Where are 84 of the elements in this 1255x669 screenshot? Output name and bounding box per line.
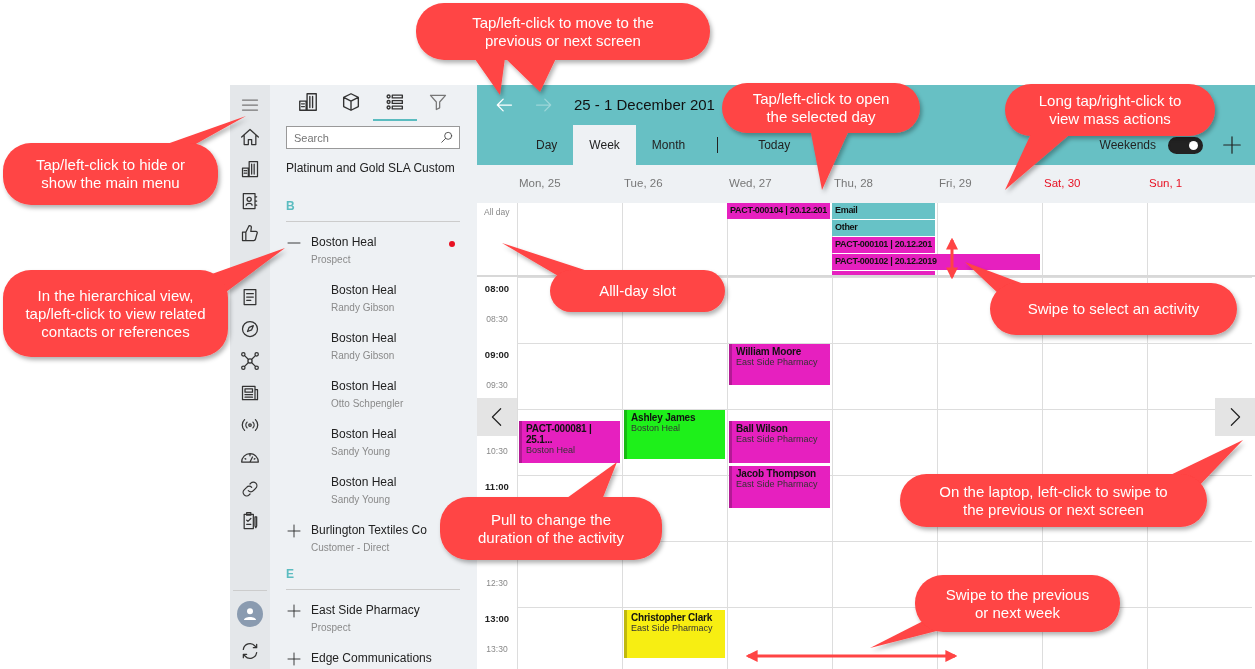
contact-person: Sandy Young — [331, 493, 390, 506]
callout: Tap/left-click to hide or show the main menu — [3, 116, 246, 205]
all-day-label: All day — [483, 206, 511, 219]
double-arrow — [946, 237, 958, 280]
filter-icon[interactable] — [428, 92, 449, 112]
time-label: 08:00 — [483, 282, 511, 296]
calendar-event[interactable]: Jacob Thompson East Side Pharmacy — [729, 466, 830, 508]
section-letter: E — [286, 565, 460, 590]
user-avatar[interactable] — [237, 601, 263, 627]
view-tab[interactable]: Day — [520, 125, 574, 165]
filter-title: Platinum and Gold SLA Custom — [286, 160, 456, 177]
callout: Tap/left-click to move to the previous or next screen — [416, 3, 710, 95]
view-tab[interactable]: Week — [573, 125, 636, 165]
next-button[interactable] — [1215, 398, 1255, 436]
weekends-toggle[interactable] — [1168, 136, 1203, 154]
time-label: 12:30 — [485, 577, 509, 590]
day-header[interactable]: Fri, 29 — [937, 175, 1042, 193]
day-header[interactable]: Wed, 27 — [727, 175, 832, 193]
calendar-event[interactable]: Ball Wilson East Side Pharmacy — [729, 421, 830, 463]
search-icon[interactable] — [440, 130, 454, 144]
person-icon — [242, 606, 258, 622]
contact-name[interactable]: Boston Heal — [331, 283, 397, 298]
network-icon[interactable] — [240, 351, 260, 371]
account-type: Customer - Direct — [311, 541, 390, 554]
day-header[interactable]: Sun, 1 — [1147, 175, 1252, 193]
today-button[interactable]: Today — [754, 134, 795, 156]
calendar-event[interactable]: Christopher Clark East Side Pharmacy — [624, 610, 725, 658]
thumbs-up-icon[interactable] — [240, 223, 260, 243]
day-header[interactable]: Mon, 25 — [517, 175, 622, 193]
day-header[interactable]: Sat, 30 — [1042, 175, 1147, 193]
time-label: 10:30 — [485, 445, 509, 458]
add-icon[interactable] — [1221, 134, 1243, 156]
buildings-icon — [296, 91, 319, 113]
expand-icon[interactable] — [286, 603, 302, 619]
contact-name[interactable]: Boston Heal — [331, 379, 397, 394]
contact-person: Otto Schpengler — [331, 397, 404, 410]
contact-book-icon[interactable] — [240, 191, 260, 211]
callout: In the hierarchical view, tap/left-click to view related contacts or references — [3, 248, 285, 357]
buildings-icon[interactable] — [240, 159, 260, 179]
calendar-event[interactable]: William Moore East Side Pharmacy — [729, 344, 830, 385]
newspaper-icon[interactable] — [240, 383, 260, 403]
contact-person: Sandy Young — [331, 445, 390, 458]
contact-person: Randy Gibson — [331, 349, 395, 362]
home-icon[interactable] — [240, 127, 260, 147]
weekends-label: Weekends — [1099, 137, 1156, 154]
sync-icon[interactable] — [240, 641, 260, 661]
day-header[interactable]: Tue, 26 — [622, 175, 727, 193]
calendar-event[interactable]: PACT-000081 | 25.1... Boston Heal — [519, 421, 620, 463]
time-label: 11:00 — [484, 480, 510, 494]
all-day-event[interactable]: PACT-000104 | 20.12.201 — [727, 203, 830, 219]
account-type: Prospect — [311, 621, 351, 634]
list-icon — [383, 91, 406, 113]
day-header[interactable]: Thu, 28 — [832, 175, 937, 193]
section-letter: B — [286, 197, 460, 222]
time-label: 13:30 — [485, 643, 509, 656]
contact-name[interactable]: Boston Heal — [331, 427, 397, 442]
previous-button[interactable] — [477, 398, 517, 436]
account-name[interactable]: Edge Communications — [311, 651, 432, 666]
contact-person: Randy Gibson — [331, 301, 395, 314]
contact-name[interactable]: Boston Heal — [331, 475, 397, 490]
account-name[interactable]: Boston Heal — [311, 235, 377, 250]
callout: Swipe to select an activity — [965, 262, 1237, 335]
all-day-event[interactable]: PACT-000101 | 20.12.201 — [832, 237, 935, 253]
time-label: 09:00 — [483, 348, 511, 362]
contact-name[interactable]: Boston Heal — [331, 331, 397, 346]
time-label: 13:00 — [483, 612, 511, 626]
all-day-event[interactable]: Email — [832, 203, 935, 219]
time-label: 09:30 — [485, 379, 509, 392]
time-label: 08:30 — [485, 313, 509, 326]
date-range-title: 25 - 1 December 201 — [574, 94, 715, 115]
expand-icon[interactable] — [286, 651, 302, 667]
all-day-event[interactable]: Other — [832, 220, 935, 236]
compass-icon[interactable] — [240, 319, 260, 339]
view-tab[interactable]: Month — [635, 125, 702, 165]
link-icon[interactable] — [240, 479, 260, 499]
callout: On the laptop, left-click to swipe to the previous or next screen — [900, 440, 1243, 527]
account-name[interactable]: East Side Pharmacy — [311, 603, 420, 618]
account-name[interactable]: Burlington Textiles Co — [311, 523, 427, 538]
expand-icon[interactable] — [286, 523, 302, 539]
calendar-event[interactable]: Ashley James Boston Heal — [624, 410, 725, 459]
callout: Swipe to the previous or next week — [870, 575, 1120, 648]
search-field[interactable]: Search — [286, 126, 460, 149]
account-type: Prospect — [311, 253, 351, 266]
all-day-event[interactable]: PACT-000102 | 20.12.2019 — [832, 254, 1040, 270]
